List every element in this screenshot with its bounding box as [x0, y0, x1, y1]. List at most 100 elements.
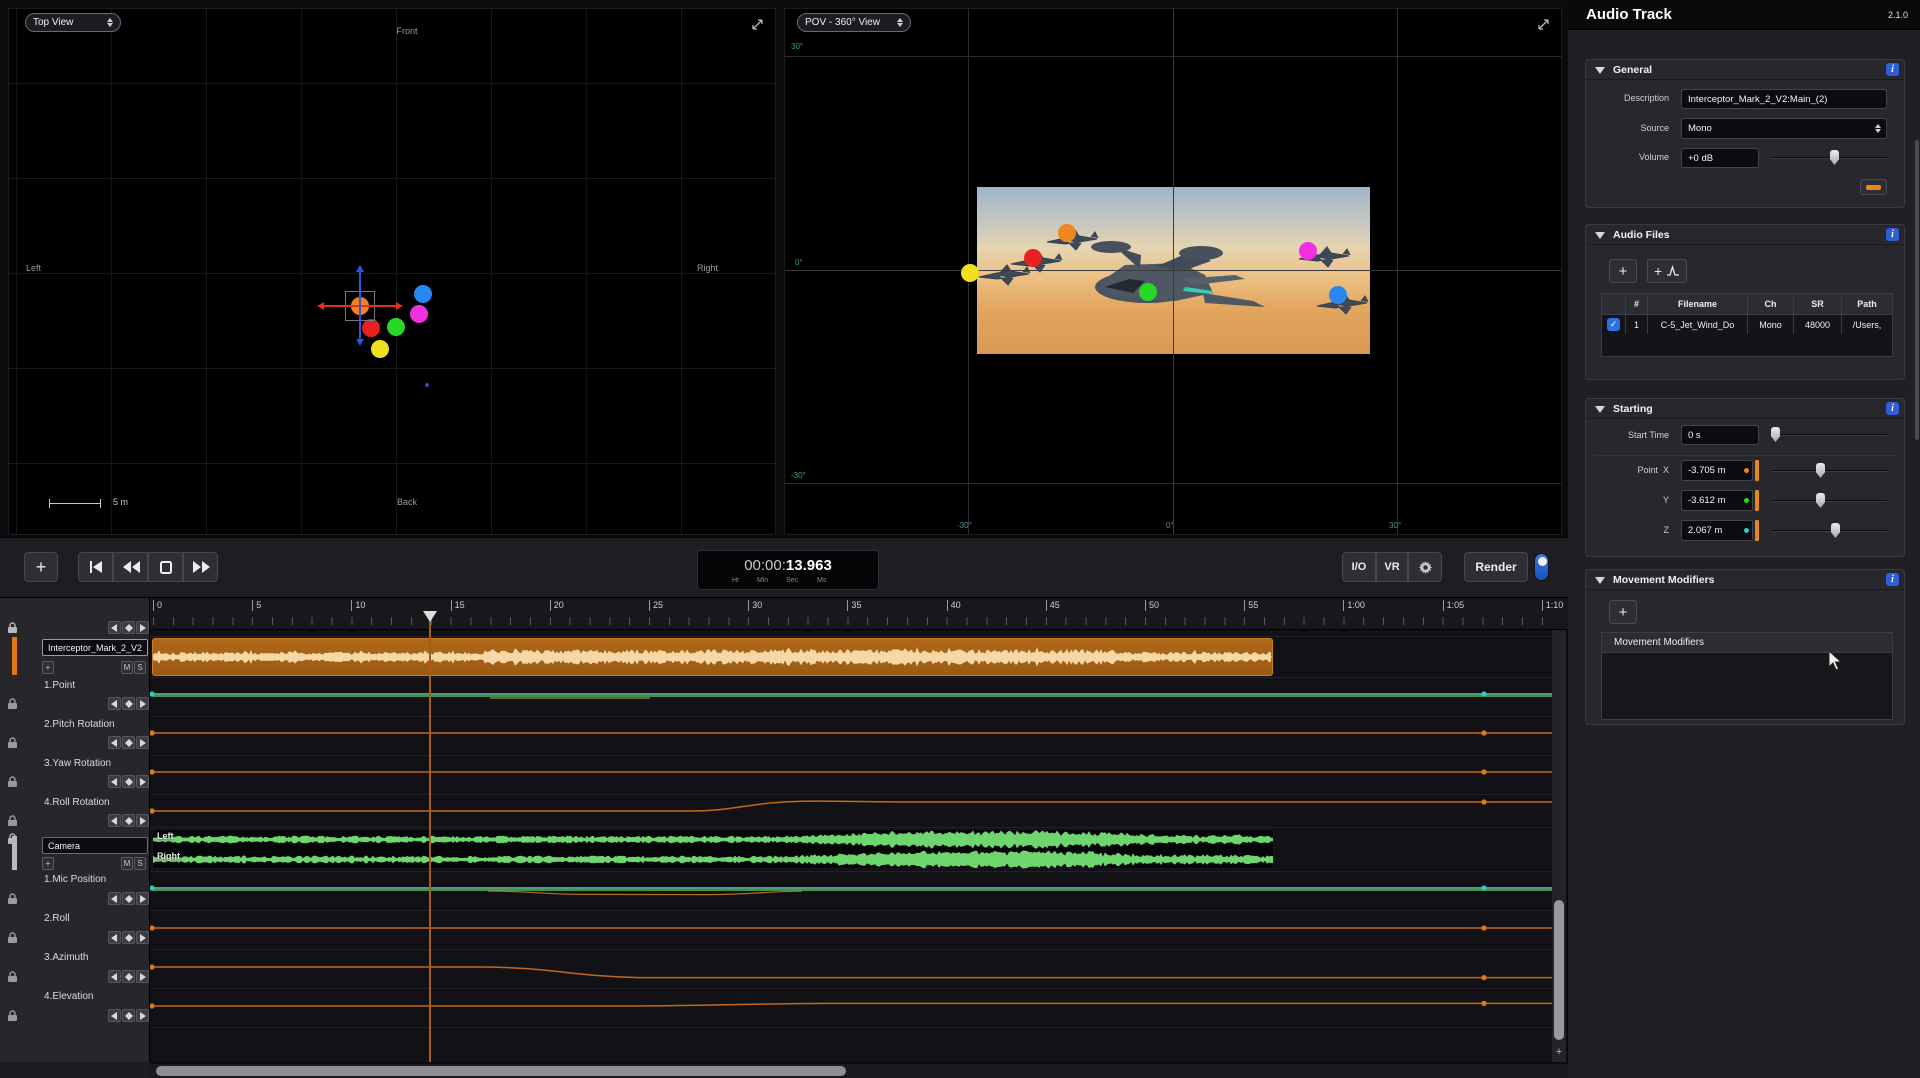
- horizontal-scrollbar[interactable]: [150, 1064, 1568, 1078]
- disclosure-triangle-icon[interactable]: [1595, 232, 1605, 239]
- rewind-button[interactable]: [113, 552, 148, 582]
- source-dot-yellow[interactable]: [961, 264, 979, 282]
- track-name-box[interactable]: Interceptor_Mark_2_V2: [42, 639, 148, 656]
- prev-keyframe-button[interactable]: [108, 736, 121, 749]
- prev-keyframe-button[interactable]: [108, 1009, 121, 1022]
- description-field[interactable]: Interceptor_Mark_2_V2:Main_(2): [1681, 89, 1887, 109]
- source-dot-red[interactable]: [1024, 249, 1042, 267]
- add-keyframe-button[interactable]: [122, 931, 135, 944]
- add-keyframe-button[interactable]: [122, 814, 135, 827]
- prev-keyframe-button[interactable]: [108, 892, 121, 905]
- next-keyframe-button[interactable]: [136, 814, 149, 827]
- point-y-slider[interactable]: [1771, 493, 1887, 508]
- prev-keyframe-button[interactable]: [108, 970, 121, 983]
- source-dot-green[interactable]: [1139, 283, 1157, 301]
- mute-button[interactable]: M: [121, 857, 133, 870]
- source-dot-orange[interactable]: [1058, 224, 1076, 242]
- io-button[interactable]: I/O: [1342, 552, 1376, 582]
- info-icon[interactable]: i: [1886, 573, 1899, 586]
- source-dropdown[interactable]: Mono: [1681, 118, 1887, 139]
- start-time-slider[interactable]: [1771, 427, 1887, 442]
- next-keyframe-button[interactable]: [136, 1009, 149, 1022]
- solo-button[interactable]: S: [134, 661, 146, 674]
- lock-icon[interactable]: [6, 814, 19, 827]
- info-icon[interactable]: i: [1886, 63, 1899, 76]
- disclosure-triangle-icon[interactable]: [1595, 406, 1605, 413]
- info-icon[interactable]: i: [1886, 228, 1899, 241]
- zoom-in-icon[interactable]: +: [1553, 1046, 1565, 1058]
- audio-files-section-header[interactable]: Audio Files i: [1586, 225, 1904, 245]
- settings-button[interactable]: [1408, 552, 1442, 582]
- prev-keyframe-button[interactable]: [108, 814, 121, 827]
- start-time-field[interactable]: 0 s: [1681, 425, 1759, 445]
- source-dot-magenta[interactable]: [1299, 242, 1317, 260]
- expand-viewport-icon[interactable]: [750, 17, 765, 32]
- panel-scrollbar[interactable]: [1915, 140, 1919, 440]
- add-keyframe-button[interactable]: [122, 970, 135, 983]
- playhead-line[interactable]: [429, 621, 431, 1062]
- lock-icon[interactable]: [6, 1009, 19, 1022]
- add-keyframe-button[interactable]: [122, 736, 135, 749]
- add-impulse-button[interactable]: +: [1647, 259, 1687, 283]
- fast-forward-button[interactable]: [183, 552, 218, 582]
- file-enabled-checkbox[interactable]: ✓: [1607, 318, 1620, 331]
- point-x-field[interactable]: -3.705 m: [1681, 460, 1753, 481]
- go-to-start-button[interactable]: [78, 552, 113, 582]
- lock-icon[interactable]: [6, 697, 19, 710]
- lock-icon[interactable]: [6, 621, 19, 634]
- prev-keyframe-button[interactable]: [108, 775, 121, 788]
- prev-keyframe-button[interactable]: [108, 621, 121, 634]
- automation-lanes[interactable]: [150, 630, 1568, 1062]
- point-y-field[interactable]: -3.612 m: [1681, 490, 1753, 511]
- prev-keyframe-button[interactable]: [108, 931, 121, 944]
- gizmo-y-axis[interactable]: [359, 271, 361, 339]
- expand-track-button[interactable]: +: [42, 661, 54, 674]
- general-section-header[interactable]: General i: [1586, 60, 1904, 80]
- next-keyframe-button[interactable]: [136, 931, 149, 944]
- playhead-handle[interactable]: [423, 611, 437, 622]
- timecode-display[interactable]: 00:00:13.963 Hr Min Sec Ms: [697, 550, 879, 590]
- source-dot-green[interactable]: [387, 318, 405, 336]
- next-keyframe-button[interactable]: [136, 621, 149, 634]
- track-name-box[interactable]: Camera: [42, 837, 148, 854]
- lock-icon[interactable]: [6, 775, 19, 788]
- source-dot-magenta[interactable]: [410, 305, 428, 323]
- point-z-slider[interactable]: [1771, 523, 1887, 538]
- mute-button[interactable]: M: [121, 661, 133, 674]
- source-dot-blue[interactable]: [414, 285, 432, 303]
- audio-file-row[interactable]: ✓ 1 C-5_Jet_Wind_Do Mono 48000 /Users,: [1602, 314, 1892, 334]
- starting-section-header[interactable]: Starting i: [1586, 399, 1904, 419]
- add-keyframe-button[interactable]: [122, 892, 135, 905]
- next-keyframe-button[interactable]: [136, 970, 149, 983]
- top-view-selector[interactable]: Top View: [25, 13, 121, 32]
- disclosure-triangle-icon[interactable]: [1595, 67, 1605, 74]
- pov-view-selector[interactable]: POV - 360° View: [797, 13, 911, 32]
- disclosure-triangle-icon[interactable]: [1595, 577, 1605, 584]
- track-color-button[interactable]: [1860, 179, 1887, 195]
- source-dot-red[interactable]: [362, 319, 380, 337]
- render-button[interactable]: Render: [1464, 552, 1528, 582]
- next-keyframe-button[interactable]: [136, 736, 149, 749]
- timeline-ruler[interactable]: 05101520253035404550551:001:051:10: [150, 598, 1568, 630]
- source-dot-blue[interactable]: [1329, 286, 1347, 304]
- scrollbar-thumb[interactable]: [156, 1066, 846, 1076]
- movement-section-header[interactable]: Movement Modifiers i: [1586, 570, 1904, 590]
- info-icon[interactable]: i: [1886, 402, 1899, 415]
- lock-icon[interactable]: [6, 931, 19, 944]
- keyframe-dots[interactable]: [150, 691, 1487, 890]
- lock-icon[interactable]: [6, 892, 19, 905]
- lock-icon[interactable]: [6, 736, 19, 749]
- render-toggle[interactable]: [1534, 553, 1549, 581]
- volume-field[interactable]: +0 dB: [1681, 148, 1759, 168]
- volume-slider[interactable]: [1771, 150, 1887, 165]
- add-keyframe-button[interactable]: [122, 1009, 135, 1022]
- vr-button[interactable]: VR: [1376, 552, 1408, 582]
- add-keyframe-button[interactable]: [122, 775, 135, 788]
- add-keyframe-button[interactable]: [122, 697, 135, 710]
- add-audio-file-button[interactable]: +: [1609, 259, 1637, 283]
- add-modifier-button[interactable]: +: [1609, 600, 1637, 624]
- next-keyframe-button[interactable]: [136, 697, 149, 710]
- next-keyframe-button[interactable]: [136, 892, 149, 905]
- stop-button[interactable]: [148, 552, 183, 582]
- next-keyframe-button[interactable]: [136, 775, 149, 788]
